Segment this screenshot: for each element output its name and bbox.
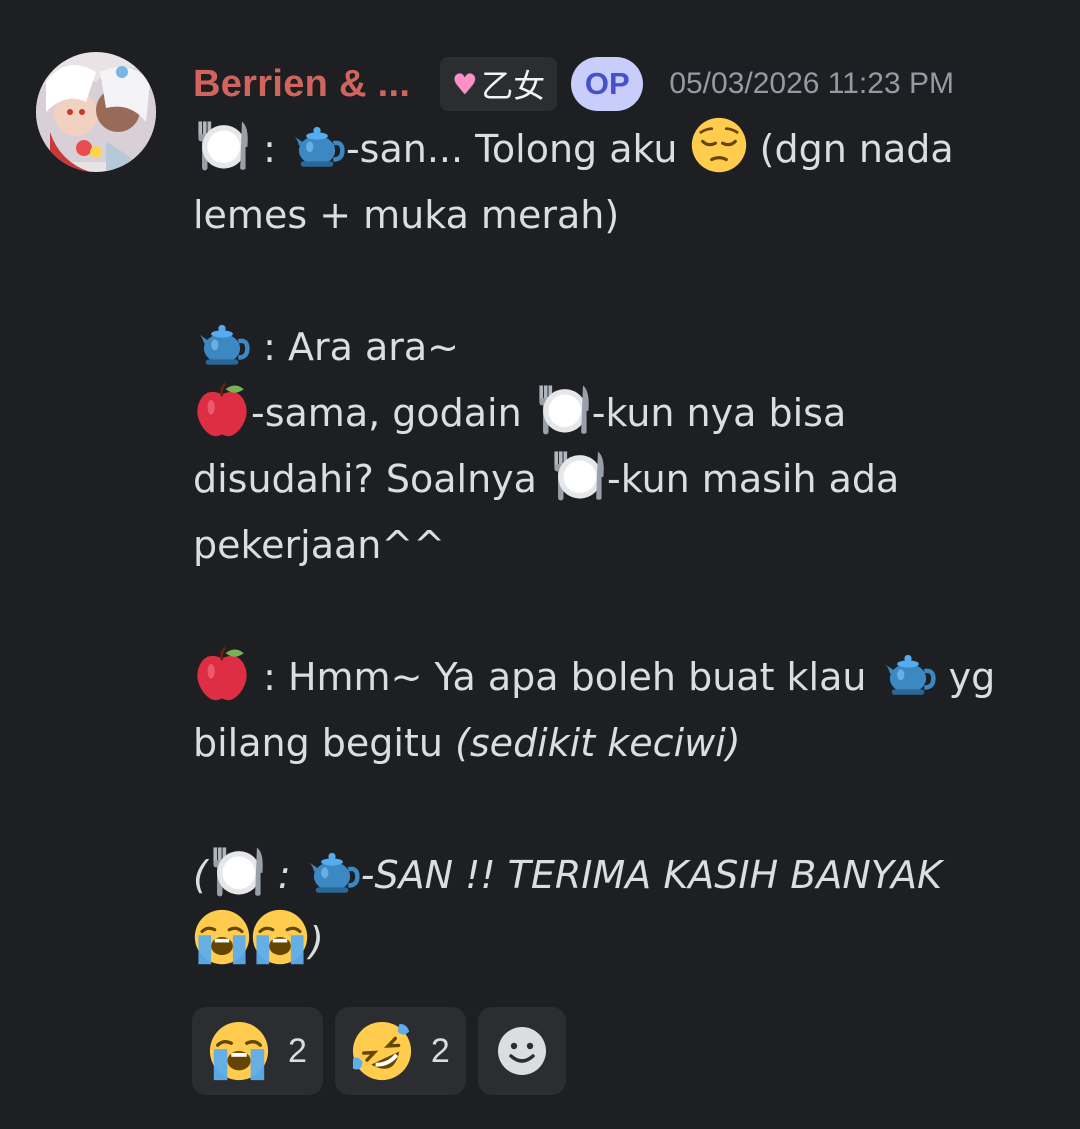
reactions-bar: 2 2	[192, 1007, 566, 1095]
content-line: -sama, godain -kun nya bisa	[193, 380, 1053, 446]
message-header: Berrien & ... ♥ 乙女 OP 05/03/2026 11:23 P…	[193, 56, 954, 112]
plate-with-cutlery-icon	[193, 116, 251, 174]
add-reaction-button[interactable]	[477, 1007, 566, 1095]
loudly-crying-face-icon	[208, 1020, 270, 1082]
content-line: : Hmm~ Ya apa boleh buat klau yg	[193, 644, 1053, 710]
content-line: : Ara ara~	[193, 314, 1053, 380]
content-line: pekerjaan^^	[193, 523, 446, 567]
avatar-image	[36, 52, 156, 172]
teapot-icon	[303, 842, 361, 900]
role-tag[interactable]: ♥ 乙女	[440, 57, 558, 111]
rolling-on-floor-laughing-icon	[351, 1020, 413, 1082]
chat-message: Berrien & ... ♥ 乙女 OP 05/03/2026 11:23 P…	[0, 0, 1080, 1129]
username[interactable]: Berrien & ...	[193, 63, 410, 106]
reaction-rolling-laughing[interactable]: 2	[334, 1007, 466, 1095]
teapot-icon	[879, 644, 937, 702]
reaction-loudly-crying[interactable]: 2	[192, 1007, 323, 1095]
content-line: : -san... Tolong aku (dgn nada	[193, 116, 1053, 182]
plate-with-cutlery-icon	[534, 380, 592, 438]
red-apple-icon	[193, 380, 251, 438]
plate-with-cutlery-icon	[549, 446, 607, 504]
content-line: lemes + muka merah)	[193, 193, 620, 237]
plate-with-cutlery-icon	[208, 842, 266, 900]
heart-icon: ♥	[452, 67, 478, 101]
message-content: : -san... Tolong aku (dgn nada lemes + m…	[193, 116, 1053, 974]
teapot-icon	[288, 116, 346, 174]
content-line: )	[193, 908, 1053, 974]
loudly-crying-face-icon	[193, 908, 251, 966]
op-badge: OP	[571, 57, 644, 111]
content-line: disudahi? Soalnya -kun masih ada	[193, 446, 1053, 512]
timestamp[interactable]: 05/03/2026 11:23 PM	[669, 67, 954, 101]
red-apple-icon	[193, 644, 251, 702]
content-line: bilang begitu (sedikit keciwi)	[193, 721, 741, 765]
role-tag-label: 乙女	[481, 67, 546, 105]
reaction-count: 2	[430, 1031, 450, 1070]
content-line: ( : -SAN !! TERIMA KASIH BANYAK	[193, 842, 1053, 908]
smiley-icon	[497, 1027, 546, 1075]
teapot-icon	[193, 314, 251, 372]
pensive-face-icon	[690, 116, 748, 174]
reaction-count: 2	[288, 1031, 307, 1070]
loudly-crying-face-icon	[251, 908, 309, 966]
user-avatar[interactable]	[36, 52, 156, 172]
